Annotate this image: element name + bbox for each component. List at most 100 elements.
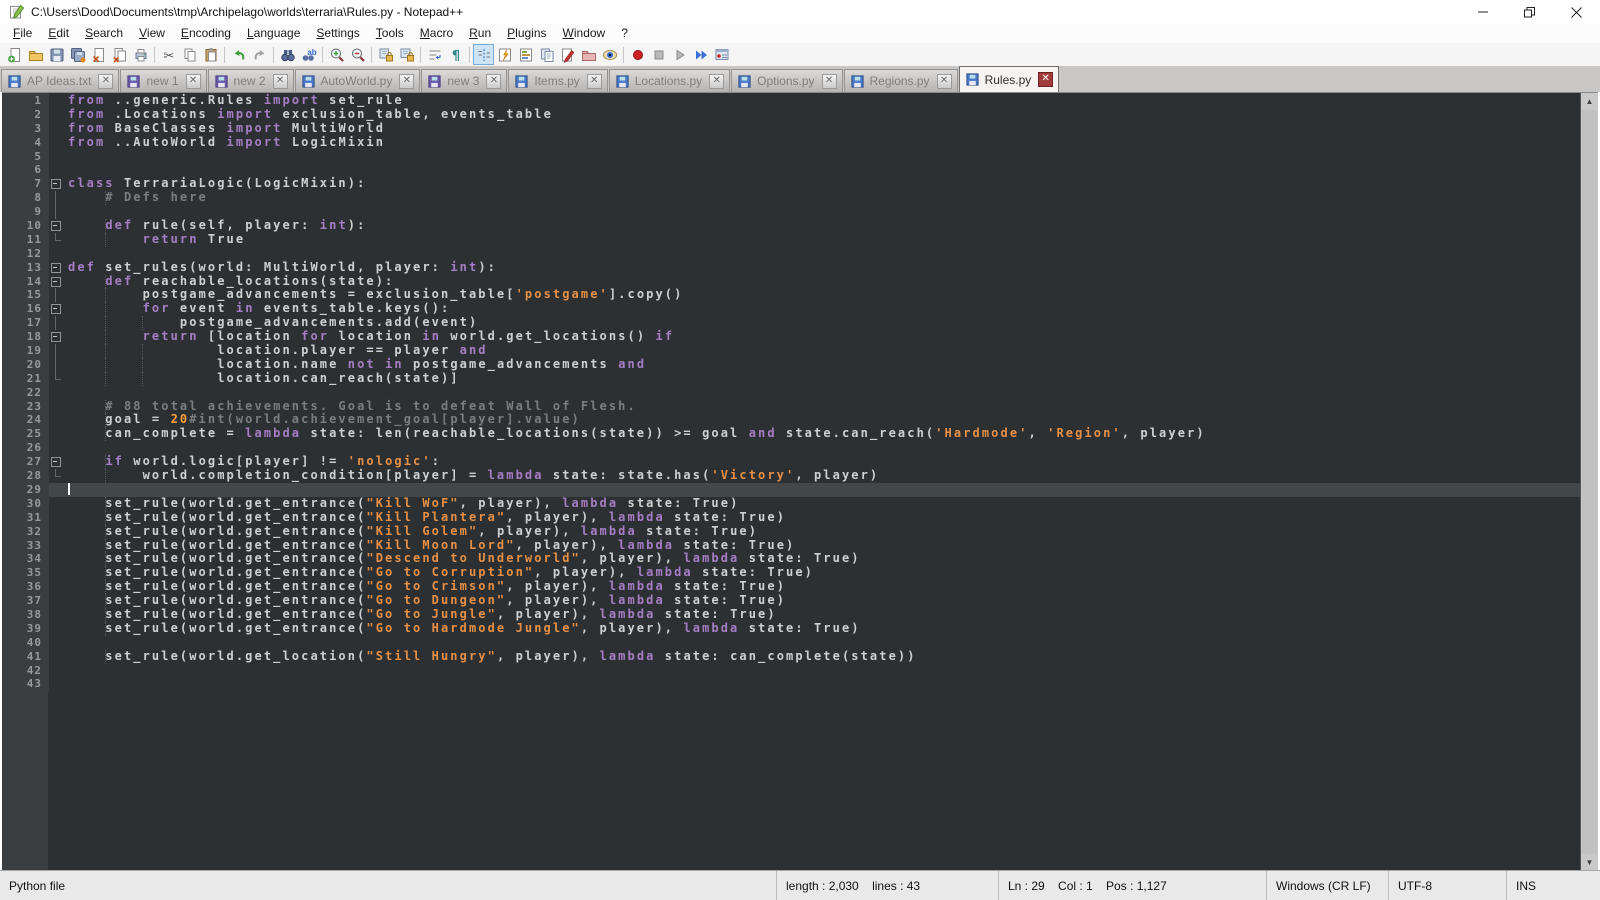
find-icon[interactable] [277,44,298,65]
code-editor[interactable]: 1from ..generic.Rules import set_rule2fr… [2,92,1598,871]
code-line-23[interactable]: 23 # 88 total achievements. Goal is to d… [2,400,1581,414]
menu-language[interactable]: Language [239,25,308,42]
code-line-18[interactable]: 18 return [location for location in worl… [2,330,1581,344]
menu-macro[interactable]: Macro [412,25,461,42]
document-switcher-icon[interactable] [536,44,557,65]
macro-run-multiple-icon[interactable] [690,44,711,65]
code-line-32[interactable]: 32 set_rule(world.get_entrance("Kill Gol… [2,525,1581,539]
code-line-2[interactable]: 2from .Locations import exclusion_table,… [2,108,1581,122]
tab-ap-ideas-txt[interactable]: AP Ideas.txt✕ [1,69,119,92]
tab-close-icon[interactable]: ✕ [709,74,724,89]
copy-icon[interactable] [179,44,200,65]
tab-new-2[interactable]: new 2✕ [208,69,294,92]
menu-window[interactable]: Window [555,25,614,42]
sync-scroll-v-icon[interactable] [375,44,396,65]
scrollbar-thumb[interactable] [1582,110,1597,854]
zoom-out-icon[interactable] [347,44,368,65]
tab-close-icon[interactable]: ✕ [937,74,952,89]
code-line-12[interactable]: 12 [2,247,1581,261]
cut-icon[interactable]: ✂ [158,44,179,65]
tab-new-3[interactable]: new 3✕ [421,69,507,92]
replace-icon[interactable]: ab [298,44,319,65]
close-icon[interactable] [88,44,109,65]
code-line-41[interactable]: 41 set_rule(world.get_location("Still Hu… [2,650,1581,664]
print-icon[interactable] [130,44,151,65]
code-line-43[interactable]: 43 [2,677,1581,691]
close-all-icon[interactable] [109,44,130,65]
fold-collapse-icon[interactable] [49,177,64,191]
code-line-17[interactable]: 17 postgame_advancements.add(event) [2,316,1581,330]
code-line-40[interactable]: 40 [2,636,1581,650]
menu-search[interactable]: Search [77,25,131,42]
show-indent-guide-icon[interactable] [473,44,494,65]
minimize-button[interactable] [1459,0,1506,24]
macro-stop-icon[interactable] [648,44,669,65]
edit-marker-icon[interactable] [557,44,578,65]
save-all-icon[interactable] [67,44,88,65]
zoom-in-icon[interactable] [326,44,347,65]
monitoring-eye-icon[interactable] [599,44,620,65]
code-line-9[interactable]: 9 [2,205,1581,219]
menu-help[interactable]: ? [613,25,636,42]
code-line-29[interactable]: 29 [2,483,1581,497]
macro-save-icon[interactable] [711,44,732,65]
code-line-37[interactable]: 37 set_rule(world.get_entrance("Go to Du… [2,594,1581,608]
tab-regions-py[interactable]: Regions.py✕ [844,69,958,92]
code-line-35[interactable]: 35 set_rule(world.get_entrance("Go to Co… [2,566,1581,580]
tab-close-icon[interactable]: ✕ [587,74,602,89]
paste-icon[interactable] [200,44,221,65]
code-line-4[interactable]: 4from ..AutoWorld import LogicMixin [2,136,1581,150]
code-line-13[interactable]: 13def set_rules(world: MultiWorld, playe… [2,261,1581,275]
tab-close-icon[interactable]: ✕ [273,74,288,89]
menu-file[interactable]: File [5,25,40,42]
tab-close-icon[interactable]: ✕ [399,74,414,89]
code-line-34[interactable]: 34 set_rule(world.get_entrance("Descend … [2,552,1581,566]
fold-collapse-icon[interactable] [49,275,64,289]
redo-icon[interactable] [249,44,270,65]
code-line-36[interactable]: 36 set_rule(world.get_entrance("Go to Cr… [2,580,1581,594]
scroll-up-arrow[interactable]: ▲ [1581,93,1598,110]
code-line-27[interactable]: 27 if world.logic[player] != 'nologic': [2,455,1581,469]
restore-button[interactable] [1506,0,1553,24]
tab-options-py[interactable]: Options.py✕ [731,69,842,92]
menu-plugins[interactable]: Plugins [499,25,554,42]
document-map-icon[interactable] [515,44,536,65]
tab-close-icon[interactable]: ✕ [822,74,837,89]
code-line-7[interactable]: 7class TerrariaLogic(LogicMixin): [2,177,1581,191]
macro-record-icon[interactable] [627,44,648,65]
code-line-3[interactable]: 3from BaseClasses import MultiWorld [2,122,1581,136]
code-line-10[interactable]: 10 def rule(self, player: int): [2,219,1581,233]
new-file-icon[interactable] [4,44,25,65]
close-button[interactable] [1553,0,1600,24]
save-icon[interactable] [46,44,67,65]
code-line-1[interactable]: 1from ..generic.Rules import set_rule [2,94,1581,108]
menu-view[interactable]: View [131,25,173,42]
menu-run[interactable]: Run [461,25,499,42]
tab-close-icon[interactable]: ✕ [98,74,113,89]
code-line-31[interactable]: 31 set_rule(world.get_entrance("Kill Pla… [2,511,1581,525]
code-line-33[interactable]: 33 set_rule(world.get_entrance("Kill Moo… [2,539,1581,553]
tab-new-1[interactable]: new 1✕ [120,69,206,92]
code-line-5[interactable]: 5 [2,150,1581,164]
vertical-scrollbar[interactable]: ▲ ▼ [1580,93,1598,871]
code-line-20[interactable]: 20 location.name not in postgame_advance… [2,358,1581,372]
tab-close-icon[interactable]: ✕ [486,74,501,89]
code-line-42[interactable]: 42 [2,664,1581,678]
tab-items-py[interactable]: Items.py✕ [508,69,607,92]
menu-edit[interactable]: Edit [40,25,77,42]
code-line-14[interactable]: 14 def reachable_locations(state): [2,275,1581,289]
tab-close-icon[interactable]: ✕ [1038,72,1053,87]
code-line-28[interactable]: 28 world.completion_condition[player] = … [2,469,1581,483]
undo-icon[interactable] [228,44,249,65]
code-line-11[interactable]: 11 return True [2,233,1581,247]
code-line-6[interactable]: 6 [2,163,1581,177]
code-line-38[interactable]: 38 set_rule(world.get_entrance("Go to Ju… [2,608,1581,622]
tab-locations-py[interactable]: Locations.py✕ [609,69,730,92]
tab-close-icon[interactable]: ✕ [186,74,201,89]
tab-rules-py[interactable]: Rules.py✕ [959,66,1060,92]
code-line-39[interactable]: 39 set_rule(world.get_entrance("Go to Ha… [2,622,1581,636]
menu-encoding[interactable]: Encoding [173,25,239,42]
macro-play-icon[interactable] [669,44,690,65]
code-line-24[interactable]: 24 goal = 20#int(world.achievement_goal[… [2,413,1581,427]
folder-as-workspace-icon[interactable] [578,44,599,65]
